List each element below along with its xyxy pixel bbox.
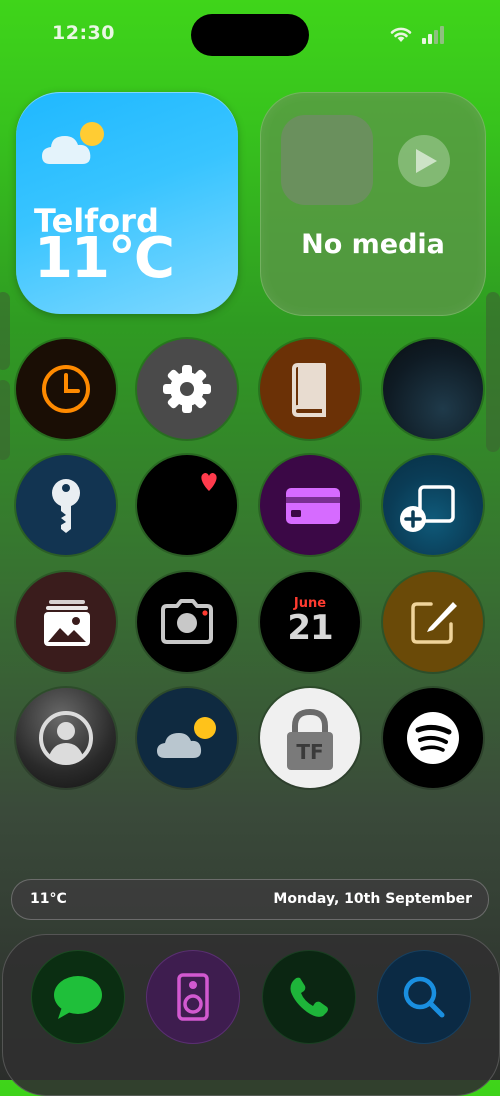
weather-widget[interactable]: Telford 11°C [16, 92, 238, 314]
magnifier-icon [403, 976, 445, 1018]
heart-icon [201, 472, 217, 491]
weather-temperature: 11°C [34, 226, 175, 291]
play-button[interactable] [398, 135, 450, 187]
camera-icon [161, 599, 213, 644]
app-photos[interactable] [16, 572, 116, 672]
app-contacts[interactable] [16, 688, 116, 788]
left-edge-handle-lower[interactable] [0, 380, 10, 460]
tf-letters: TF [296, 740, 324, 764]
padlock-icon [287, 708, 333, 770]
dock-music[interactable] [146, 950, 240, 1044]
app-calendar[interactable]: June 21 [260, 572, 360, 672]
add-screen-icon [400, 485, 455, 532]
info-bar-date: Monday, 10th September [273, 891, 472, 907]
dock-messages[interactable] [31, 950, 125, 1044]
book-icon [292, 363, 326, 417]
app-spotify[interactable] [383, 688, 483, 788]
dock-phone[interactable] [262, 950, 356, 1044]
wifi-icon [390, 27, 412, 42]
app-weather[interactable] [137, 688, 237, 788]
person-icon [39, 711, 93, 765]
gear-icon [163, 365, 211, 413]
app-passwords[interactable] [16, 455, 116, 555]
media-widget[interactable]: No media [260, 92, 486, 316]
app-tf-lock[interactable]: TF [260, 688, 360, 788]
speaker-icon [177, 973, 209, 1021]
app-blank[interactable] [383, 339, 483, 439]
phone-icon [290, 977, 328, 1017]
credit-card-icon [286, 488, 340, 524]
app-health[interactable] [137, 455, 237, 555]
app-notes[interactable] [383, 572, 483, 672]
spotify-icon [407, 712, 459, 764]
cellular-signal-icon [422, 26, 444, 44]
app-screen-mirroring[interactable] [383, 455, 483, 555]
info-bar-temperature: 11°C [30, 891, 67, 907]
app-wallet[interactable] [260, 455, 360, 555]
play-icon [416, 149, 437, 173]
app-camera[interactable] [137, 572, 237, 672]
chat-bubble-icon [54, 976, 102, 1019]
clock-icon [42, 365, 90, 413]
right-edge-handle[interactable] [486, 292, 500, 452]
partly-cloudy-icon [157, 717, 216, 758]
app-clock[interactable] [16, 339, 116, 439]
info-bar[interactable]: 11°C Monday, 10th September [11, 879, 489, 920]
app-settings[interactable] [137, 339, 237, 439]
album-art-placeholder [281, 115, 373, 205]
key-icon [52, 479, 80, 533]
left-edge-handle[interactable] [0, 292, 10, 370]
app-books[interactable] [260, 339, 360, 439]
partly-cloudy-icon [42, 122, 104, 164]
media-status-label: No media [301, 229, 445, 260]
pencil-note-icon [411, 602, 457, 644]
dynamic-island [191, 14, 309, 56]
calendar-day: 21 [287, 608, 333, 648]
dock-search[interactable] [377, 950, 471, 1044]
photos-icon [44, 600, 90, 646]
status-time: 12:30 [52, 22, 115, 44]
